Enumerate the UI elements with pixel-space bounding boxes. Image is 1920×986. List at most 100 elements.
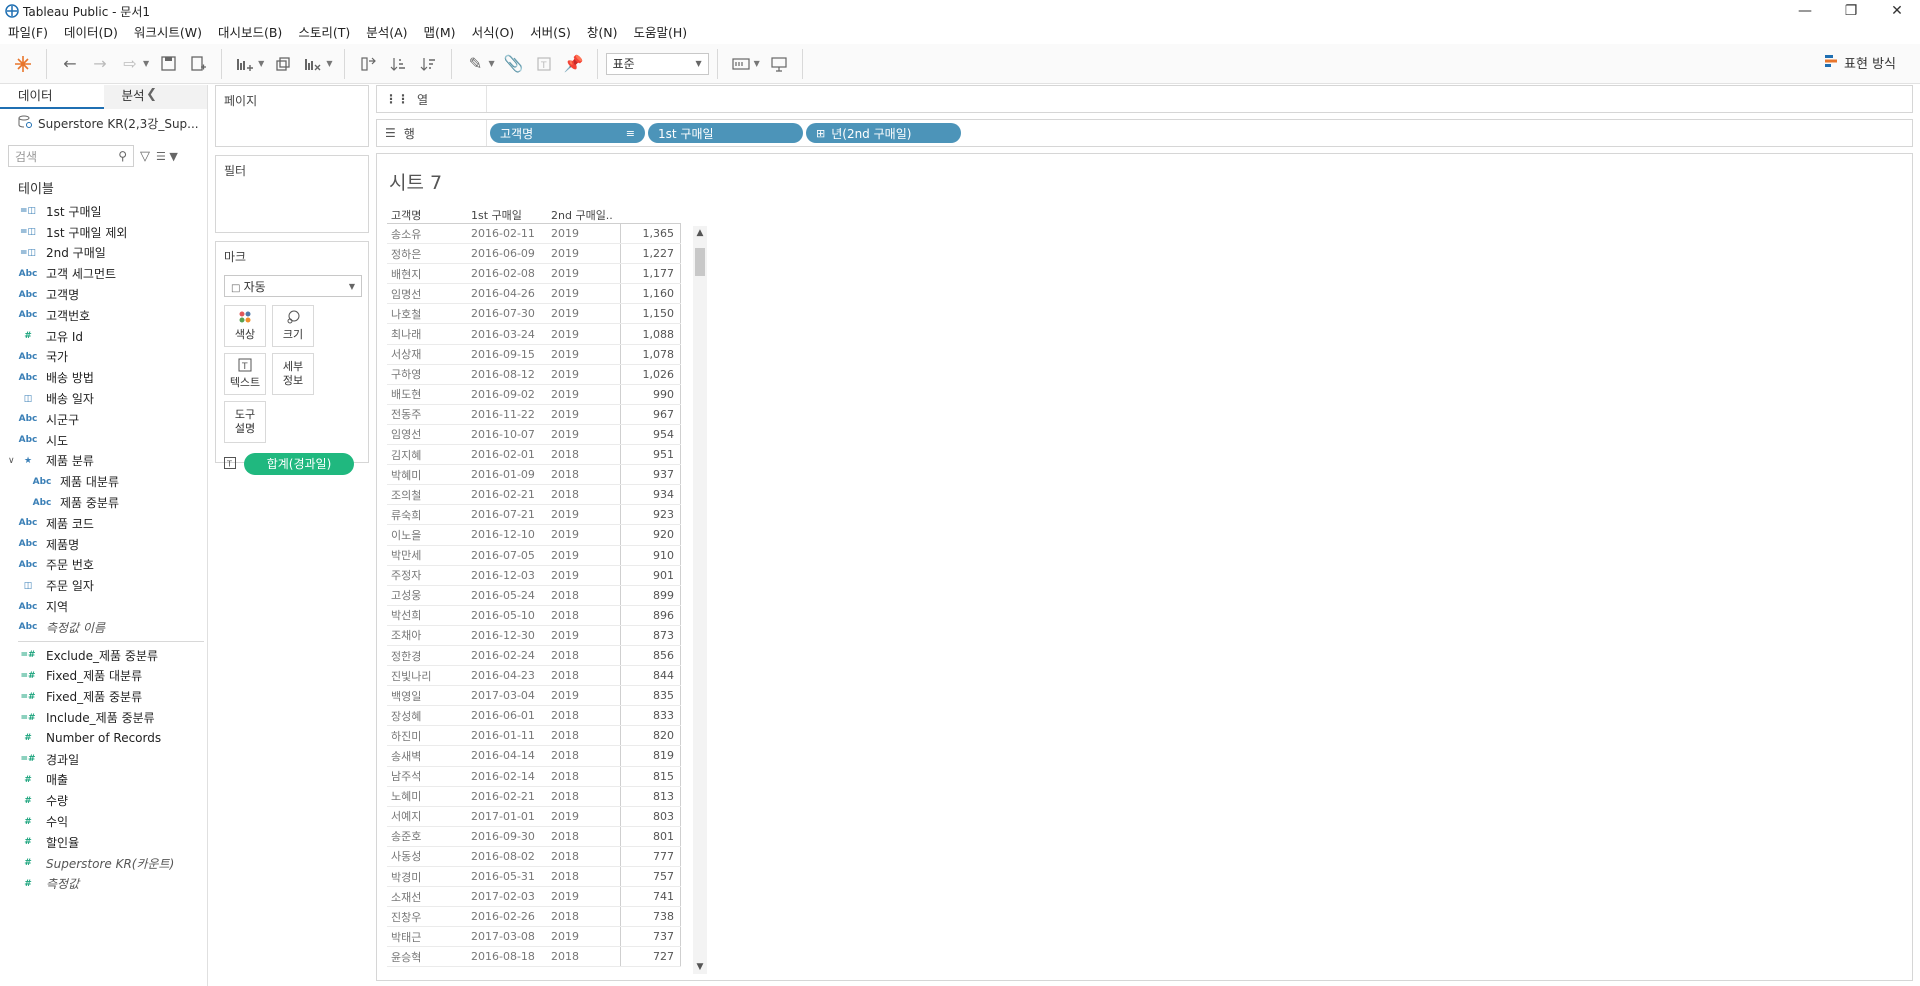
- replay-icon[interactable]: ⇨: [117, 49, 143, 79]
- table-row[interactable]: 임명선 2016-04-26 2019 1,160: [387, 284, 681, 305]
- expand-chevron-icon[interactable]: ∨: [8, 456, 15, 466]
- columns-shelf[interactable]: ⋮⋮ 열: [376, 85, 1913, 113]
- table-row[interactable]: 박경미 2016-05-31 2018 757: [387, 867, 681, 888]
- field-item[interactable]: =# Fixed_제품 중분류: [0, 686, 207, 707]
- table-row[interactable]: 노혜미 2016-02-21 2018 813: [387, 786, 681, 807]
- view-options-icon[interactable]: ☰ ▼: [156, 150, 178, 163]
- table-row[interactable]: 송새벽 2016-04-14 2018 819: [387, 746, 681, 767]
- maximize-button[interactable]: ❐: [1828, 0, 1874, 22]
- table-row[interactable]: 장성혜 2016-06-01 2018 833: [387, 706, 681, 727]
- field-item[interactable]: Abc 제품 대분류: [0, 471, 207, 492]
- field-item[interactable]: # 매출: [0, 770, 207, 791]
- table-row[interactable]: 박만세 2016-07-05 2019 910: [387, 545, 681, 566]
- table-row[interactable]: 구하영 2016-08-12 2019 1,026: [387, 364, 681, 385]
- show-mark-labels-icon[interactable]: T: [531, 49, 557, 79]
- field-item[interactable]: Abc 제품명: [0, 534, 207, 555]
- field-item[interactable]: Abc 고객명: [0, 284, 207, 305]
- close-button[interactable]: ✕: [1874, 0, 1920, 22]
- new-worksheet-icon[interactable]: [232, 49, 258, 79]
- field-item[interactable]: Abc 시군구: [0, 409, 207, 430]
- table-row[interactable]: 송준호 2016-09-30 2018 801: [387, 826, 681, 847]
- field-item[interactable]: # Superstore KR(카운트): [0, 853, 207, 874]
- table-row[interactable]: 전동주 2016-11-22 2019 967: [387, 404, 681, 425]
- header-customer-name[interactable]: 고객명: [387, 207, 467, 223]
- menu-help[interactable]: 도움말(H): [625, 22, 695, 44]
- table-row[interactable]: 조채아 2016-12-30 2019 873: [387, 625, 681, 646]
- field-item[interactable]: # Number of Records: [0, 728, 207, 749]
- table-row[interactable]: 이노을 2016-12-10 2019 920: [387, 525, 681, 546]
- filters-card[interactable]: 필터: [215, 155, 369, 233]
- table-row[interactable]: 박혜미 2016-01-09 2018 937: [387, 465, 681, 486]
- menu-analysis[interactable]: 분석(A): [358, 22, 415, 44]
- field-item[interactable]: Abc 고객번호: [0, 305, 207, 326]
- header-first-purchase[interactable]: 1st 구매일: [467, 207, 547, 223]
- sum-elapsed-days-pill[interactable]: 합계(경과일): [244, 453, 354, 475]
- table-row[interactable]: 정하은 2016-06-09 2019 1,227: [387, 244, 681, 265]
- row-pill-customer-name[interactable]: 고객명 ≡: [490, 123, 645, 143]
- undo-icon[interactable]: ←: [57, 49, 83, 79]
- menu-data[interactable]: 데이터(D): [56, 22, 126, 44]
- table-row[interactable]: 사동성 2016-08-02 2018 777: [387, 846, 681, 867]
- field-item[interactable]: Abc 제품 코드: [0, 513, 207, 534]
- table-row[interactable]: 배도현 2016-09-02 2019 990: [387, 384, 681, 405]
- table-row[interactable]: 고성웅 2016-05-24 2018 899: [387, 585, 681, 606]
- table-row[interactable]: 배현지 2016-02-08 2019 1,177: [387, 264, 681, 285]
- table-row[interactable]: 윤승혁 2016-08-18 2018 727: [387, 947, 681, 968]
- table-row[interactable]: 조의철 2016-02-21 2018 934: [387, 485, 681, 506]
- field-item[interactable]: ◫ 배송 일자: [0, 388, 207, 409]
- row-pill-year-second-purchase[interactable]: ⊞ 년(2nd 구매일): [806, 123, 961, 143]
- table-row[interactable]: 백영일 2017-03-04 2019 835: [387, 686, 681, 707]
- field-item[interactable]: # 수익: [0, 811, 207, 832]
- scroll-thumb[interactable]: [695, 248, 705, 276]
- save-icon[interactable]: [155, 49, 181, 79]
- vertical-scrollbar[interactable]: ▲ ▼: [693, 226, 707, 974]
- tableau-home-icon[interactable]: [10, 49, 36, 79]
- minimize-button[interactable]: —: [1782, 0, 1828, 22]
- field-item[interactable]: =# Include_제품 중분류: [0, 707, 207, 728]
- field-item[interactable]: # 할인율: [0, 832, 207, 853]
- field-item[interactable]: Abc 제품 중분류: [0, 492, 207, 513]
- collapse-pane-icon[interactable]: ❮: [146, 87, 157, 102]
- highlight-icon[interactable]: ✎: [462, 49, 488, 79]
- field-item[interactable]: Abc 국가: [0, 347, 207, 368]
- table-row[interactable]: 남주석 2016-02-14 2018 815: [387, 766, 681, 787]
- table-row[interactable]: 소재선 2017-02-03 2019 741: [387, 887, 681, 908]
- presentation-mode-icon[interactable]: [766, 49, 792, 79]
- field-item[interactable]: Abc 시도: [0, 430, 207, 451]
- sort-ascending-icon[interactable]: [385, 49, 411, 79]
- swap-rows-columns-icon[interactable]: [355, 49, 381, 79]
- field-item[interactable]: Abc 주문 번호: [0, 555, 207, 576]
- field-item[interactable]: =◫ 1st 구매일: [0, 201, 207, 222]
- field-item[interactable]: Abc 지역: [0, 596, 207, 617]
- tab-data[interactable]: 데이터: [0, 85, 104, 109]
- menu-story[interactable]: 스토리(T): [290, 22, 358, 44]
- new-datasource-icon[interactable]: [185, 49, 211, 79]
- show-me-button[interactable]: 표현 방식: [1824, 53, 1896, 72]
- field-item[interactable]: =# 경과일: [0, 749, 207, 770]
- text-mark-button[interactable]: T 텍스트: [224, 353, 266, 395]
- table-row[interactable]: 최나래 2016-03-24 2019 1,088: [387, 324, 681, 345]
- datasource-item[interactable]: Superstore KR(2,3강_Sup...: [0, 109, 207, 137]
- duplicate-sheet-icon[interactable]: [270, 49, 296, 79]
- fit-select[interactable]: 표준 ▼: [605, 52, 709, 75]
- table-row[interactable]: 김지혜 2016-02-01 2018 951: [387, 445, 681, 466]
- menu-worksheet[interactable]: 워크시트(W): [126, 22, 210, 44]
- menu-window[interactable]: 창(N): [579, 22, 626, 44]
- row-pill-first-purchase[interactable]: 1st 구매일: [648, 123, 803, 143]
- table-row[interactable]: 송소유 2016-02-11 2019 1,365: [387, 224, 681, 245]
- field-item[interactable]: =# Exclude_제품 중분류: [0, 645, 207, 666]
- tooltip-mark-button[interactable]: 도구 설명: [224, 401, 266, 443]
- table-row[interactable]: 박선희 2016-05-10 2018 896: [387, 605, 681, 626]
- field-item[interactable]: # 고유 Id: [0, 326, 207, 347]
- field-item[interactable]: ◫ 주문 일자: [0, 575, 207, 596]
- menu-server[interactable]: 서버(S): [522, 22, 579, 44]
- table-row[interactable]: 진빛나리 2016-04-23 2018 844: [387, 666, 681, 687]
- field-item[interactable]: Abc 배송 방법: [0, 367, 207, 388]
- table-row[interactable]: 주정자 2016-12-03 2019 901: [387, 565, 681, 586]
- table-row[interactable]: 나호철 2016-07-30 2019 1,150: [387, 304, 681, 325]
- table-row[interactable]: 박태근 2017-03-08 2019 737: [387, 927, 681, 948]
- field-item[interactable]: # 수량: [0, 790, 207, 811]
- table-row[interactable]: 류숙희 2016-07-21 2019 923: [387, 505, 681, 526]
- mark-type-dropdown[interactable]: □ 자동 ▼: [224, 275, 362, 297]
- header-second-purchase[interactable]: 2nd 구매일..: [547, 207, 621, 223]
